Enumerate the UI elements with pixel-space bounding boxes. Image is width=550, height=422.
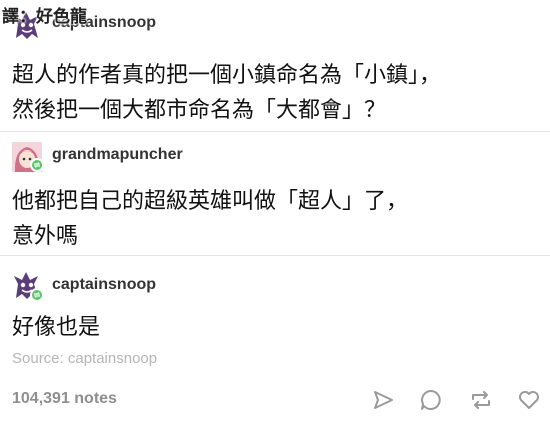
comment-icon[interactable] [418, 387, 444, 413]
reblog-badge-icon [30, 158, 44, 172]
divider [0, 131, 550, 132]
reblog-icon[interactable] [468, 387, 494, 413]
post-body-text: 超人的作者真的把一個小鎮命名為「小鎮」， 然後把一個大都市命名為「大都會」？ [12, 63, 442, 123]
reblog-badge-icon [30, 288, 44, 302]
post-body-text: 好像也是 [12, 315, 101, 340]
post-source[interactable]: Source: captainsnoop [12, 350, 157, 367]
divider [0, 255, 550, 256]
share-icon[interactable] [370, 387, 396, 413]
like-heart-icon[interactable] [516, 387, 542, 413]
username[interactable]: captainsnoop [52, 276, 156, 294]
watermark: 譯：好色龍 [2, 7, 87, 27]
post-body-text: 他都把自己的超級英雄叫做「超人」了， 意外嗎 [12, 189, 409, 249]
username[interactable]: grandmapuncher [52, 146, 183, 164]
notes-count[interactable]: 104,391 notes [12, 390, 117, 408]
